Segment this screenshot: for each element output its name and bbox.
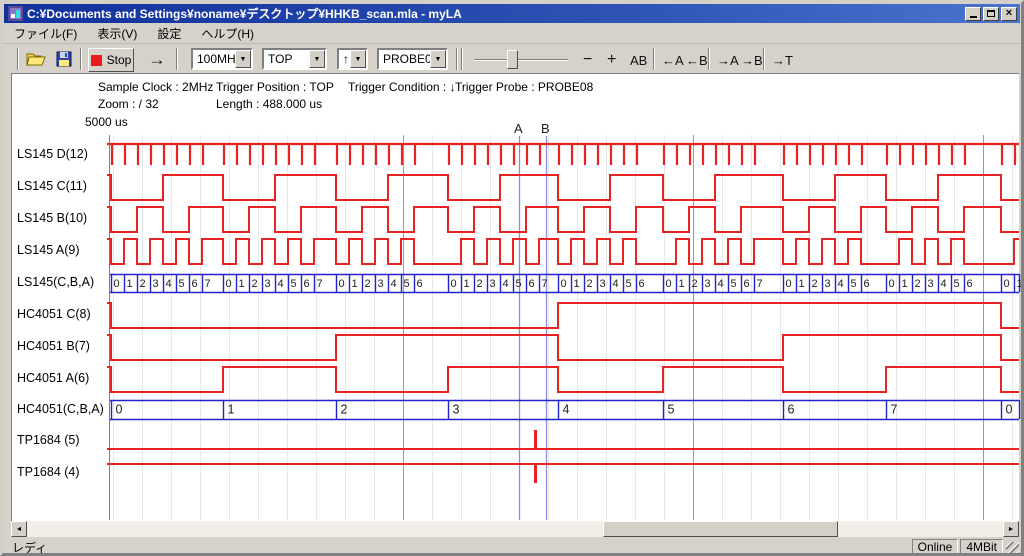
sample-clock-select[interactable]: 100MHz ▼ [191, 48, 253, 70]
zoom-slider-track[interactable] [474, 59, 568, 61]
app-window: C:¥Documents and Settings¥noname¥デスクトップ¥… [0, 0, 1024, 556]
toolbar-separator [763, 48, 765, 70]
channel-label: HC4051 B(7) [17, 339, 90, 353]
channel-label: HC4051 A(6) [17, 371, 89, 385]
length-info: Length : 488.000 us [216, 97, 322, 111]
toolbar-grip [461, 48, 463, 70]
toolbar-separator [653, 48, 655, 70]
trigger-condition-info: Trigger Condition : ↓ [348, 80, 456, 94]
status-ready: レディ [4, 539, 910, 556]
horizontal-scrollbar[interactable]: ◄ ► [11, 521, 1019, 537]
minimize-button[interactable] [965, 7, 981, 21]
trigger-probe-info: Trigger Probe : PROBE08 [455, 80, 593, 94]
chevron-down-icon[interactable]: ▼ [309, 50, 325, 68]
run-button[interactable]: → [142, 48, 172, 72]
cursor-a-label[interactable]: A [514, 121, 523, 136]
minimize-icon [970, 9, 977, 18]
sample-clock-value: 100MHz [193, 50, 235, 68]
zoom-in-button[interactable]: + [603, 48, 620, 72]
chevron-down-icon[interactable]: ▼ [430, 50, 446, 68]
status-online: Online [912, 539, 959, 555]
toolbar-separator [80, 48, 82, 70]
channel-label: LS145(C,B,A) [17, 275, 94, 289]
channel-label: LS145 D(12) [17, 147, 88, 161]
menubar: ファイル(F) 表示(V) 設定 ヘルプ(H) [4, 23, 1020, 44]
sample-clock-info: Sample Clock : 2MHz [98, 80, 213, 94]
trigger-position-info: Trigger Position : TOP [216, 80, 334, 94]
scroll-left-button[interactable]: ◄ [11, 521, 27, 537]
floppy-disk-icon [56, 51, 72, 67]
save-button[interactable] [52, 48, 76, 70]
channel-label: LS145 C(11) [17, 179, 87, 193]
open-folder-icon [26, 51, 46, 67]
zoom-slider-thumb[interactable] [507, 50, 518, 69]
chevron-down-icon[interactable]: ▼ [235, 50, 251, 68]
trigger-position-value: TOP [264, 50, 309, 68]
ab-cursors-button[interactable]: AB [626, 48, 651, 72]
menu-settings[interactable]: 設定 [147, 23, 191, 44]
channel-label: HC4051(C,B,A) [17, 402, 104, 416]
statusbar: レディ Online 4MBit [4, 538, 1020, 556]
channel-label: LS145 A(9) [17, 243, 80, 257]
maximize-button[interactable] [983, 7, 999, 21]
trigger-position-select[interactable]: TOP ▼ [262, 48, 327, 70]
trigger-edge-value: ↑ [339, 50, 350, 68]
zoom-info: Zoom : / 32 [98, 97, 159, 111]
time-scale-label: 5000 us [85, 115, 128, 129]
trigger-edge-select[interactable]: ↑ ▼ [337, 48, 368, 70]
close-button[interactable]: × [1001, 7, 1017, 21]
titlebar: C:¥Documents and Settings¥noname¥デスクトップ¥… [4, 4, 1020, 23]
channel-label: HC4051 C(8) [17, 307, 91, 321]
menu-view[interactable]: 表示(V) [87, 23, 147, 44]
maximize-icon [987, 10, 995, 17]
stop-icon [91, 55, 102, 66]
menu-file[interactable]: ファイル(F) [4, 23, 87, 44]
waveform-panel [11, 73, 1019, 521]
channel-label: LS145 B(10) [17, 211, 87, 225]
menu-help[interactable]: ヘルプ(H) [191, 23, 264, 44]
toolbar-separator [708, 48, 710, 70]
scroll-right-button[interactable]: ► [1003, 521, 1019, 537]
probe-value: PROBE00 [379, 50, 430, 68]
stop-button[interactable]: Stop [88, 48, 134, 72]
probe-select[interactable]: PROBE00 ▼ [377, 48, 448, 70]
resize-grip[interactable] [1006, 542, 1019, 555]
channel-label: TP1684 (4) [17, 465, 80, 479]
toolbar-separator [176, 48, 178, 70]
cursor-b-label[interactable]: B [541, 121, 550, 136]
toolbar-grip [17, 48, 19, 70]
zoom-out-button[interactable]: − [579, 48, 596, 72]
goto-trigger-button[interactable]: →T [768, 48, 797, 72]
status-memory: 4MBit [960, 539, 1003, 555]
open-file-button[interactable] [24, 48, 48, 70]
scrollbar-thumb[interactable] [603, 521, 838, 537]
chevron-down-icon[interactable]: ▼ [350, 50, 366, 68]
window-title: C:¥Documents and Settings¥noname¥デスクトップ¥… [27, 5, 965, 22]
app-icon [8, 6, 23, 21]
toolbar-separator [456, 48, 458, 70]
toolbar: Stop → 100MHz ▼ TOP ▼ ↑ ▼ PROBE00 ▼ − + … [4, 45, 1020, 73]
channel-label: TP1684 (5) [17, 433, 80, 447]
stop-label: Stop [107, 53, 132, 67]
